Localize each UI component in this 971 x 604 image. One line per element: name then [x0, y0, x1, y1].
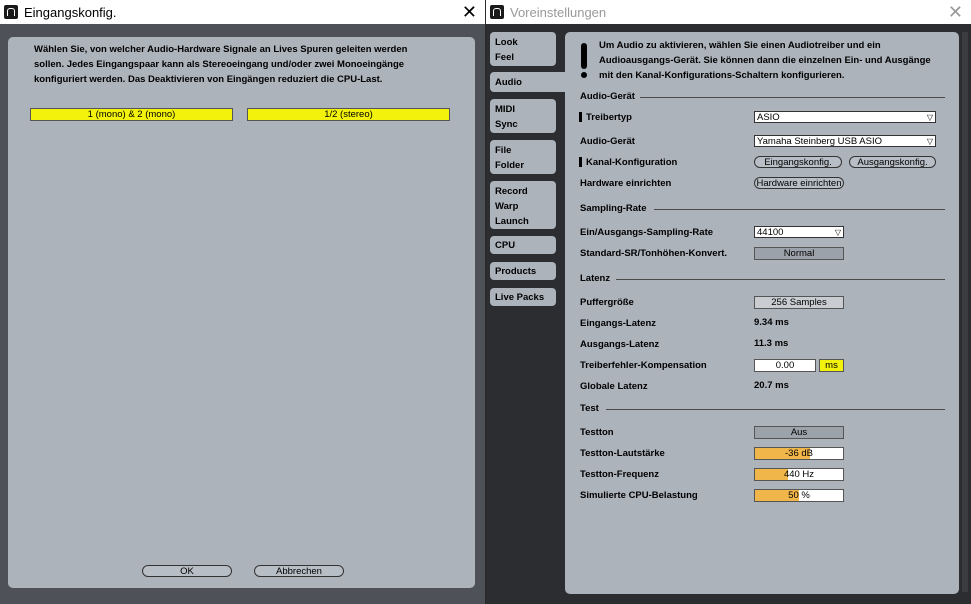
audio-device-dropdown[interactable]: Yamaha Steinberg USB ASIO ▽: [754, 135, 936, 147]
label-test-freq: Testton-Frequenz: [580, 469, 659, 480]
driver-error-comp-field[interactable]: 0.00: [754, 359, 816, 372]
value-overall-latency: 20.7 ms: [754, 380, 789, 391]
info-line-2: Audioausgangs-Gerät. Sie können dann die…: [599, 55, 931, 66]
section-latency: Latenz: [580, 273, 611, 284]
tab-live-packs[interactable]: Live Packs: [490, 288, 556, 306]
chevron-down-icon: ▽: [834, 228, 841, 237]
description-line-1: Wählen Sie, von welcher Audio-Hardware S…: [34, 44, 408, 55]
driver-warning-icon: [579, 112, 582, 122]
close-icon[interactable]: ✕: [462, 1, 477, 23]
test-freq-slider[interactable]: 440 Hz: [754, 468, 844, 481]
label-test-volume: Testton-Lautstärke: [580, 448, 665, 459]
cancel-button[interactable]: Abbrechen: [254, 565, 344, 577]
sample-rate-dropdown[interactable]: 44100 ▽: [754, 226, 844, 238]
tab-audio[interactable]: Audio: [490, 72, 570, 92]
ok-button[interactable]: OK: [142, 565, 232, 577]
cpu-load-slider[interactable]: 50 %: [754, 489, 844, 502]
section-sampling-rate: Sampling-Rate: [580, 203, 647, 214]
test-tone-toggle[interactable]: Aus: [754, 426, 844, 439]
label-hardware-setup: Hardware einrichten: [580, 178, 672, 189]
info-line-3: mit den Kanal-Konfigurations-Schaltern k…: [599, 70, 845, 81]
label-driver-type: Treibertyp: [586, 112, 632, 123]
label-buffer-size: Puffergröße: [580, 297, 634, 308]
label-io-sample-rate: Ein/Ausgangs-Sampling-Rate: [580, 227, 714, 238]
ms-unit-toggle[interactable]: ms: [819, 359, 844, 372]
label-cpu-load: Simulierte CPU-Belastung: [580, 490, 698, 501]
value-output-latency: 11.3 ms: [754, 338, 789, 349]
tab-cpu[interactable]: CPU: [490, 236, 556, 254]
description-line-2: sollen. Jedes Eingangspaar kann als Ster…: [34, 59, 405, 70]
default-sr-chooser[interactable]: Normal: [754, 247, 844, 260]
pref-window-title: Voreinstellungen: [510, 4, 607, 20]
chevron-down-icon: ▽: [926, 113, 933, 122]
input-config-button[interactable]: Eingangskonfig.: [754, 156, 842, 168]
section-divider: [654, 209, 945, 210]
section-divider: [616, 279, 945, 280]
label-audio-device: Audio-Gerät: [580, 136, 635, 147]
section-divider: [640, 97, 945, 98]
pref-titlebar: Voreinstellungen ✕: [486, 0, 971, 24]
test-volume-slider[interactable]: -36 dB: [754, 447, 844, 460]
buffer-size-field[interactable]: 256 Samples: [754, 296, 844, 309]
section-divider: [606, 409, 945, 410]
label-test-tone: Testton: [580, 427, 614, 438]
label-channel-config: Kanal-Konfiguration: [586, 157, 678, 168]
label-output-latency: Ausgangs-Latenz: [580, 339, 660, 350]
info-exclamation-icon: [581, 43, 587, 69]
titlebar: Eingangskonfig. ✕: [0, 0, 485, 24]
label-default-sr: Standard-SR/Tonhöhen-Konvert.: [580, 248, 728, 259]
tab-record-warp-launch[interactable]: Record Warp Launch: [490, 181, 556, 229]
description-line-3: konfiguriert werden. Das Deaktivieren vo…: [34, 74, 383, 85]
label-input-latency: Eingangs-Latenz: [580, 318, 657, 329]
ableton-app-icon: [490, 5, 504, 19]
label-overall-latency: Globale Latenz: [580, 381, 648, 392]
channel-config-warning-icon: [579, 157, 582, 167]
value-input-latency: 9.34 ms: [754, 317, 789, 328]
scrollbar[interactable]: [962, 32, 968, 592]
window-title: Eingangskonfig.: [24, 4, 117, 20]
tab-midi-sync[interactable]: MIDI Sync: [490, 99, 556, 133]
channel-toggle-mono[interactable]: 1 (mono) & 2 (mono): [30, 108, 233, 121]
ableton-app-icon: [4, 5, 18, 19]
section-audio-device: Audio-Gerät: [580, 91, 635, 102]
input-config-window: Eingangskonfig. ✕ Wählen Sie, von welche…: [0, 0, 485, 604]
channel-toggle-stereo[interactable]: 1/2 (stereo): [247, 108, 450, 121]
tab-products[interactable]: Products: [490, 262, 556, 280]
tab-file-folder[interactable]: File Folder: [490, 140, 556, 174]
chevron-down-icon: ▽: [926, 137, 933, 146]
driver-type-dropdown[interactable]: ASIO ▽: [754, 111, 936, 123]
hardware-setup-button[interactable]: Hardware einrichten: [754, 177, 844, 189]
section-test: Test: [580, 403, 599, 414]
info-line-1: Um Audio zu aktivieren, wählen Sie einen…: [599, 40, 881, 51]
label-driver-error-comp: Treiberfehler-Kompensation: [580, 360, 707, 371]
tab-look-feel[interactable]: Look Feel: [490, 32, 556, 66]
pref-close-icon[interactable]: ✕: [948, 1, 963, 23]
output-config-button[interactable]: Ausgangskonfig.: [849, 156, 936, 168]
info-exclamation-dot: [581, 72, 587, 78]
